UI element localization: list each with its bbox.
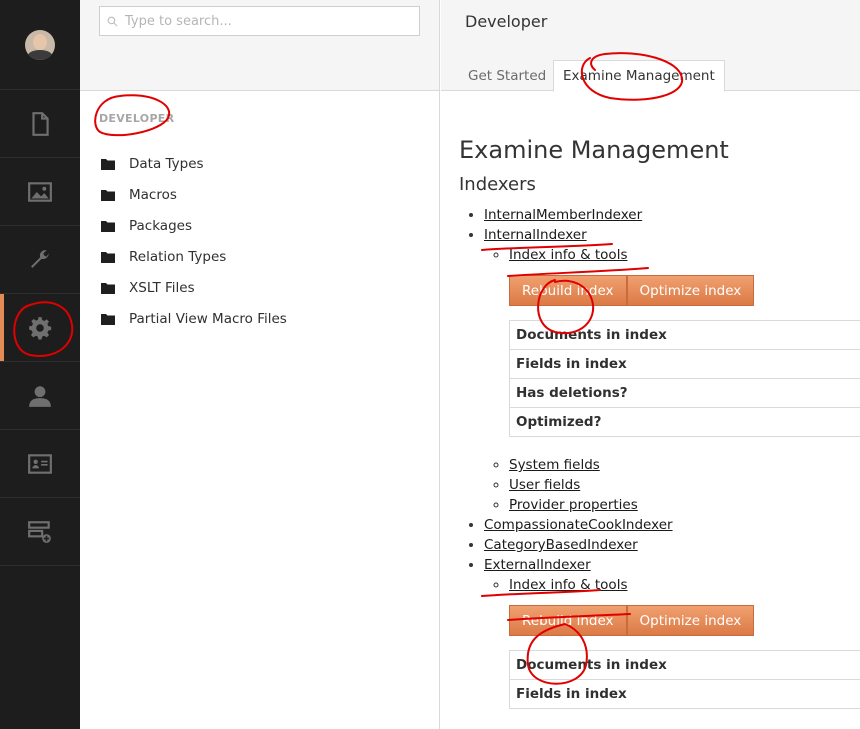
tab-examine-management[interactable]: Examine Management: [553, 60, 725, 92]
list-item: InternalMemberIndexer: [484, 205, 860, 225]
page-title: Developer: [465, 12, 548, 31]
indexer-link[interactable]: InternalIndexer: [484, 227, 587, 243]
table-row: Optimized?: [509, 407, 860, 437]
list-item: System fields: [509, 455, 860, 475]
provider-properties-link[interactable]: Provider properties: [509, 497, 638, 513]
rebuild-index-button[interactable]: Rebuild index: [509, 275, 627, 306]
list-item: ExternalIndexer Index info & tools Rebui…: [484, 555, 860, 709]
indexer-sublist: Index info & tools Rebuild index Optimiz…: [484, 245, 860, 515]
table-cell: Optimized?: [509, 407, 860, 437]
tree-item-partial-view-macro-files[interactable]: Partial View Macro Files: [101, 303, 287, 334]
optimize-index-button[interactable]: Optimize index: [626, 275, 755, 306]
table-cell: Documents in index: [509, 650, 860, 680]
folder-icon: [101, 313, 115, 325]
list-item: Index info & tools Rebuild index Optimiz…: [509, 245, 860, 437]
nav-content[interactable]: [0, 90, 80, 158]
tree-item-label: Macros: [129, 186, 177, 203]
table-row: Has deletions?: [509, 378, 860, 408]
table-cell: Fields in index: [509, 679, 860, 709]
main-header: Developer Get Started Examine Management: [441, 0, 860, 92]
search-input[interactable]: [125, 13, 405, 29]
folder-icon: [101, 282, 115, 294]
index-button-group: Rebuild index Optimize index: [509, 275, 860, 306]
list-item: CategoryBasedIndexer: [484, 535, 860, 555]
index-button-group: Rebuild index Optimize index: [509, 605, 860, 636]
search-box[interactable]: [99, 6, 420, 36]
folder-icon: [101, 251, 115, 263]
indexers-heading: Indexers: [459, 174, 536, 195]
table-row: Documents in index: [509, 650, 860, 680]
nav-users[interactable]: [0, 362, 80, 430]
tree-item-label: Relation Types: [129, 248, 227, 265]
tree-section-title: DEVELOPER: [99, 112, 175, 125]
wrench-icon: [31, 249, 49, 268]
main-panel: Developer Get Started Examine Management…: [441, 0, 860, 729]
tree-item-label: Data Types: [129, 155, 204, 172]
indexer-link[interactable]: CompassionateCookIndexer: [484, 517, 673, 533]
folder-icon: [101, 189, 115, 201]
tab-get-started[interactable]: Get Started: [459, 60, 555, 91]
tree-list: Data Types Macros Packages Relation Type…: [101, 148, 287, 334]
tree-header: [80, 0, 439, 91]
avatar[interactable]: [25, 29, 55, 60]
indexer-link[interactable]: CategoryBasedIndexer: [484, 537, 638, 553]
indexer-sublist: Index info & tools Rebuild index Optimiz…: [484, 575, 860, 709]
examine-content: Examine Management Indexers InternalMemb…: [459, 136, 860, 727]
content-heading: Examine Management: [459, 136, 729, 164]
index-info-tools-link[interactable]: Index info & tools: [509, 247, 627, 263]
nav-forms[interactable]: [0, 498, 80, 566]
tree-item-data-types[interactable]: Data Types: [101, 148, 287, 179]
tree-panel: DEVELOPER Data Types Macros Packages Rel…: [80, 0, 440, 729]
id-card-icon: [28, 453, 52, 474]
image-icon: [28, 181, 52, 202]
app-nav: [0, 0, 80, 729]
indexer-link[interactable]: InternalMemberIndexer: [484, 207, 642, 223]
table-row: Fields in index: [509, 349, 860, 379]
index-info-table: Documents in index Fields in index Has d…: [509, 320, 860, 437]
tree-item-packages[interactable]: Packages: [101, 210, 287, 241]
index-info-tools-link[interactable]: Index info & tools: [509, 577, 627, 593]
list-item: Provider properties: [509, 495, 860, 515]
table-row: Documents in index: [509, 320, 860, 350]
folder-icon: [101, 158, 115, 170]
nav-members[interactable]: [0, 430, 80, 498]
optimize-index-button[interactable]: Optimize index: [626, 605, 755, 636]
tree-item-xslt-files[interactable]: XSLT Files: [101, 272, 287, 303]
user-icon: [29, 385, 51, 407]
list-item: CompassionateCookIndexer: [484, 515, 860, 535]
form-add-icon: [28, 520, 51, 543]
folder-icon: [101, 220, 115, 232]
table-cell: Has deletions?: [509, 378, 860, 408]
list-item: User fields: [509, 475, 860, 495]
list-item: Index info & tools Rebuild index Optimiz…: [509, 575, 860, 709]
tree-item-label: XSLT Files: [129, 279, 195, 296]
document-icon: [32, 111, 49, 136]
rebuild-index-button[interactable]: Rebuild index: [509, 605, 627, 636]
list-item: InternalIndexer Index info & tools Rebui…: [484, 225, 860, 515]
tree-item-label: Packages: [129, 217, 192, 234]
tree-item-macros[interactable]: Macros: [101, 179, 287, 210]
tree-item-label: Partial View Macro Files: [129, 310, 287, 327]
indexer-list: InternalMemberIndexer InternalIndexer In…: [459, 205, 860, 709]
search-icon: [107, 16, 118, 26]
index-info-table: Documents in index Fields in index: [509, 650, 860, 709]
nav-media[interactable]: [0, 158, 80, 226]
user-fields-link[interactable]: User fields: [509, 477, 580, 493]
avatar-area: [0, 0, 80, 90]
table-cell: Documents in index: [509, 320, 860, 350]
tree-item-relation-types[interactable]: Relation Types: [101, 241, 287, 272]
table-cell: Fields in index: [509, 349, 860, 379]
nav-developer[interactable]: [0, 294, 80, 362]
gear-icon: [29, 316, 52, 339]
indexer-link[interactable]: ExternalIndexer: [484, 557, 591, 573]
nav-settings[interactable]: [0, 226, 80, 294]
table-row: Fields in index: [509, 679, 860, 709]
system-fields-link[interactable]: System fields: [509, 457, 600, 473]
